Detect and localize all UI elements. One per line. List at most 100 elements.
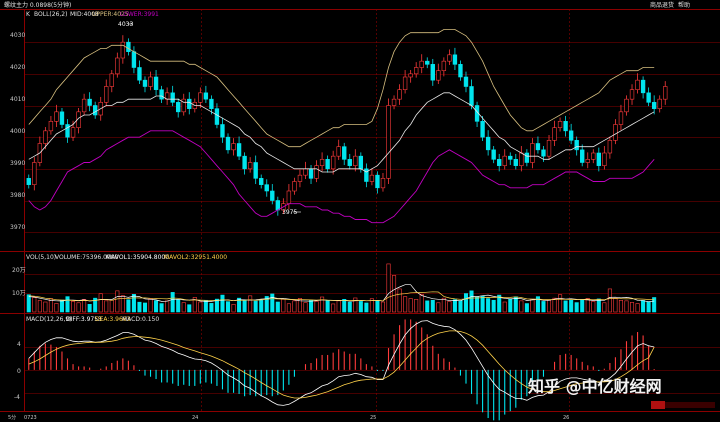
volume-bar — [159, 303, 164, 313]
candle-body — [247, 162, 253, 170]
candle-body — [70, 127, 76, 138]
candle-body — [441, 60, 447, 71]
candle-body — [375, 174, 380, 189]
volume-bar — [87, 304, 92, 313]
candle-body — [92, 105, 98, 116]
candle-body — [546, 140, 552, 157]
candle-body — [602, 152, 607, 166]
candle-body — [524, 152, 530, 163]
volume-bar — [425, 300, 430, 313]
candle-body — [463, 76, 469, 87]
macd-value: MACD:0.150 — [122, 316, 159, 323]
boll-label: BOLL(26,2) — [34, 11, 67, 18]
candle-body — [353, 155, 358, 166]
volume-bar — [519, 300, 524, 313]
volume-bar — [397, 288, 402, 313]
candle-body — [485, 136, 491, 151]
candle-body — [535, 143, 541, 151]
volume-bar — [502, 301, 507, 313]
candle-body — [187, 98, 192, 109]
volume-bar — [646, 301, 651, 313]
futures-chart[interactable]: 螺纹主力 0.0898(5分钟) 商品退货 帮助 K BOLL(26,2) MI… — [0, 0, 720, 422]
high-annotation: 4033 — [118, 21, 133, 28]
candle-body — [419, 60, 424, 68]
time-tick: 0723 — [24, 415, 37, 421]
volume-bar — [469, 290, 474, 313]
candle-body — [308, 168, 314, 179]
volume-bar — [203, 299, 208, 313]
boll-lower-value: LOWER:3991 — [120, 11, 159, 18]
candle-body — [236, 143, 242, 157]
candle-body — [170, 92, 175, 103]
candle-body — [585, 159, 590, 163]
volume-bar — [524, 303, 529, 313]
volume-bar — [242, 300, 247, 313]
volume-bar — [508, 298, 513, 313]
volume-bar — [452, 299, 457, 313]
volume-bar — [82, 299, 87, 313]
candle-body — [109, 73, 114, 87]
volume-bar — [635, 303, 640, 313]
volume-bar — [408, 298, 413, 313]
candle-body — [259, 178, 264, 185]
candle-body — [214, 108, 220, 125]
volume-bar — [358, 301, 363, 313]
macd-label: MACD(12,26,9) — [26, 316, 72, 323]
price-tick: 4030 — [10, 32, 25, 39]
volume-bar — [142, 302, 148, 313]
candle-body — [640, 79, 646, 94]
candle-body — [447, 54, 452, 62]
boll-header: K BOLL(26,2) MID:4008 UPPER:4025 LOWER:3… — [26, 11, 159, 18]
vol-label: VOL(5,10) — [26, 254, 56, 261]
volume-bar — [602, 302, 607, 313]
candle-body — [131, 51, 137, 68]
candle-body — [87, 98, 92, 106]
volume-bar — [187, 304, 192, 313]
price-tick: 4010 — [10, 96, 25, 103]
candle-body — [286, 190, 292, 204]
candle-body — [425, 60, 430, 65]
candle-body — [314, 165, 319, 179]
volume-bar — [414, 299, 419, 313]
volume-bar — [209, 303, 214, 313]
volume-bar — [259, 299, 264, 313]
time-tick: 26 — [563, 415, 569, 421]
volume-bar — [630, 302, 635, 313]
volume-bar — [513, 296, 518, 313]
candle-body — [436, 70, 441, 81]
candle-body — [618, 111, 624, 125]
volume-bar — [270, 293, 275, 313]
candle-body — [347, 159, 352, 166]
candle-body — [32, 162, 37, 185]
candle-body — [452, 54, 458, 65]
volume-bar — [552, 297, 557, 313]
volume-bar — [613, 297, 618, 313]
volume-bar — [26, 294, 31, 313]
candle-body — [651, 102, 657, 109]
volume-bar — [580, 299, 585, 313]
macd-tick: 4 — [17, 341, 21, 348]
help-button[interactable]: 帮助 — [678, 1, 690, 9]
candle-body — [81, 98, 87, 113]
vol-header: VOL(5,10) VOLUME:75396.0000 MAVOL1:35904… — [26, 254, 227, 261]
volume-tick: 10万 — [12, 290, 26, 297]
candle-body — [342, 146, 347, 160]
volume-bar — [43, 301, 48, 313]
candle-body — [530, 143, 535, 163]
time-tick: 24 — [192, 415, 198, 421]
candle-body — [413, 67, 419, 75]
volume-bar — [165, 300, 170, 313]
candle-body — [491, 149, 496, 160]
brand-logo — [651, 401, 715, 409]
volume-bar — [480, 295, 485, 313]
candle-body — [508, 155, 513, 160]
volume-bar — [463, 293, 469, 313]
candle-body — [563, 121, 568, 132]
volume-bar — [198, 301, 203, 313]
candle-body — [458, 64, 463, 78]
goods-return-button[interactable]: 商品退货 — [650, 1, 674, 9]
candle-body — [646, 92, 651, 103]
candle-body — [253, 162, 258, 179]
volume-bar — [248, 295, 253, 313]
volume-bar — [214, 298, 219, 313]
